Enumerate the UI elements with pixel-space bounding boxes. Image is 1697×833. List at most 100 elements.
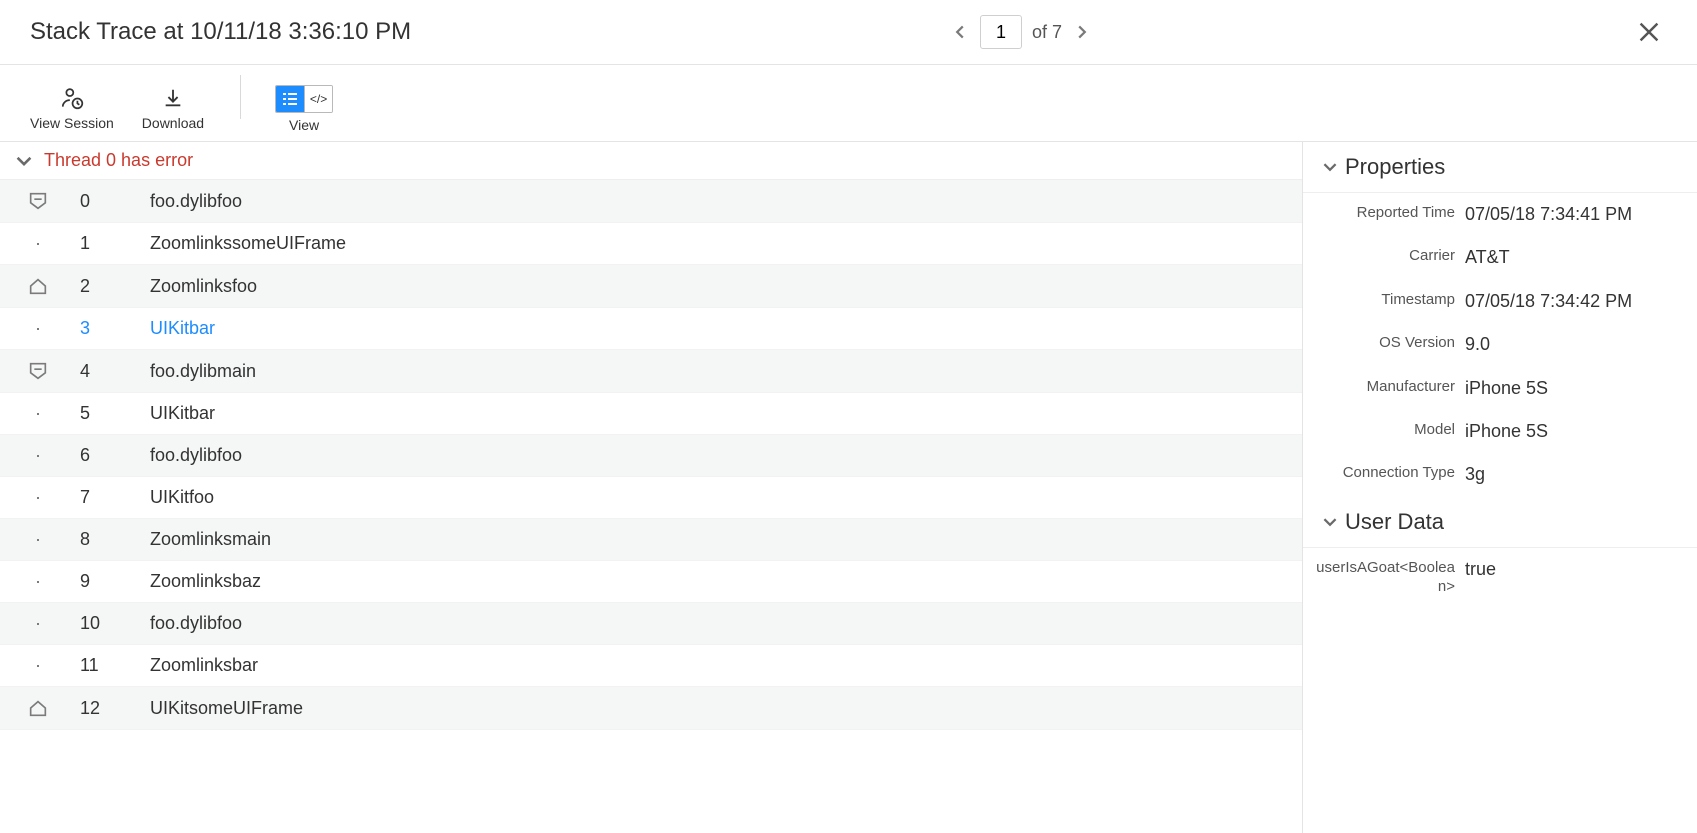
section-header-userdata[interactable]: User Data <box>1303 497 1697 548</box>
stack-frame-row[interactable]: 0foo.dylibfoo <box>0 180 1302 223</box>
frame-name: Zoomlinksmain <box>146 529 1302 550</box>
frame-index: 5 <box>76 403 146 424</box>
view-toggle-code[interactable]: </> <box>304 86 332 112</box>
toolbar-separator <box>240 75 241 119</box>
header: Stack Trace at 10/11/18 3:36:10 PM of 7 <box>0 0 1697 65</box>
userdata-row: userIsAGoat<Boolean>true <box>1303 548 1697 607</box>
property-row: Connection Type3g <box>1303 453 1697 496</box>
frame-index: 3 <box>76 318 146 339</box>
property-row: OS Version9.0 <box>1303 323 1697 366</box>
stack-frame-row[interactable]: 10foo.dylibfoo <box>0 603 1302 645</box>
userdata-value: true <box>1465 558 1677 581</box>
close-button[interactable] <box>1631 14 1667 50</box>
shield-icon <box>0 360 76 382</box>
property-row: CarrierAT&T <box>1303 236 1697 279</box>
property-label: Reported Time <box>1315 203 1465 223</box>
frame-name: foo.dylibfoo <box>146 613 1302 634</box>
frame-index: 0 <box>76 191 146 212</box>
thread-title: Thread 0 has error <box>44 150 193 171</box>
view-session-label: View Session <box>30 115 114 131</box>
frame-index: 11 <box>76 655 146 676</box>
download-button[interactable]: Download <box>140 83 206 133</box>
shield-icon <box>0 190 76 212</box>
frame-index: 7 <box>76 487 146 508</box>
property-value: 9.0 <box>1465 333 1677 356</box>
toolbar: View Session Download </> <box>0 65 1697 142</box>
view-toggle-list[interactable] <box>276 86 304 112</box>
frame-index: 2 <box>76 276 146 297</box>
stack-frame-row[interactable]: 2Zoomlinksfoo <box>0 265 1302 308</box>
stack-frame-list[interactable]: Thread 0 has error 0foo.dylibfoo1Zoomlin… <box>0 142 1303 833</box>
property-row: Timestamp07/05/18 7:34:42 PM <box>1303 280 1697 323</box>
property-label: Carrier <box>1315 246 1465 266</box>
stack-frame-row[interactable]: 1ZoomlinkssomeUIFrame <box>0 223 1302 265</box>
stack-frame-row[interactable]: 9Zoomlinksbaz <box>0 561 1302 603</box>
chevron-down-icon <box>1323 515 1337 529</box>
pager-prev-button[interactable] <box>950 22 970 42</box>
property-label: Connection Type <box>1315 463 1465 483</box>
property-value: 3g <box>1465 463 1677 486</box>
sidebar[interactable]: Properties Reported Time07/05/18 7:34:41… <box>1303 142 1697 833</box>
frame-index: 12 <box>76 698 146 719</box>
stack-frame-row[interactable]: 5UIKitbar <box>0 393 1302 435</box>
house-icon <box>0 275 76 297</box>
stack-frame-row[interactable]: 6foo.dylibfoo <box>0 435 1302 477</box>
download-label: Download <box>142 115 204 131</box>
stack-frame-row[interactable]: 11Zoomlinksbar <box>0 645 1302 687</box>
frame-index: 6 <box>76 445 146 466</box>
property-row: ManufactureriPhone 5S <box>1303 367 1697 410</box>
property-value: iPhone 5S <box>1465 420 1677 443</box>
frame-name: UIKitfoo <box>146 487 1302 508</box>
frame-name: UIKitbar <box>146 403 1302 424</box>
frame-name: Zoomlinksbar <box>146 655 1302 676</box>
page-title: Stack Trace at 10/11/18 3:36:10 PM <box>30 18 411 46</box>
frame-index: 1 <box>76 233 146 254</box>
frame-name: ZoomlinkssomeUIFrame <box>146 233 1302 254</box>
property-value: iPhone 5S <box>1465 377 1677 400</box>
thread-header[interactable]: Thread 0 has error <box>0 142 1302 180</box>
userdata-label: userIsAGoat<Boolean> <box>1315 558 1465 597</box>
frame-name: foo.dylibfoo <box>146 191 1302 212</box>
pager-total-label: of 7 <box>1032 22 1062 43</box>
pager-next-button[interactable] <box>1072 22 1092 42</box>
property-value: 07/05/18 7:34:42 PM <box>1465 290 1677 313</box>
property-label: OS Version <box>1315 333 1465 353</box>
frame-name: UIKitsomeUIFrame <box>146 698 1302 719</box>
frame-name: foo.dylibfoo <box>146 445 1302 466</box>
property-value: 07/05/18 7:34:41 PM <box>1465 203 1677 226</box>
frame-name: UIKitbar <box>146 318 1302 339</box>
stack-frame-row[interactable]: 8Zoomlinksmain <box>0 519 1302 561</box>
stack-frame-row[interactable]: 12UIKitsomeUIFrame <box>0 687 1302 730</box>
frame-index: 4 <box>76 361 146 382</box>
chevron-down-icon[interactable] <box>16 153 32 169</box>
body: Thread 0 has error 0foo.dylibfoo1Zoomlin… <box>0 142 1697 833</box>
property-value: AT&T <box>1465 246 1677 269</box>
property-row: ModeliPhone 5S <box>1303 410 1697 453</box>
frame-index: 10 <box>76 613 146 634</box>
view-toggle: </> <box>275 85 333 113</box>
frame-index: 9 <box>76 571 146 592</box>
house-icon <box>0 697 76 719</box>
properties-title: Properties <box>1345 154 1445 180</box>
userdata-title: User Data <box>1345 509 1444 535</box>
stack-frame-row[interactable]: 7UIKitfoo <box>0 477 1302 519</box>
chevron-down-icon <box>1323 160 1337 174</box>
frame-name: foo.dylibmain <box>146 361 1302 382</box>
view-session-button[interactable]: View Session <box>28 83 116 133</box>
section-header-properties[interactable]: Properties <box>1303 142 1697 193</box>
user-clock-icon <box>59 85 85 111</box>
pager-current-input[interactable] <box>980 15 1022 49</box>
frame-name: Zoomlinksbaz <box>146 571 1302 592</box>
download-icon <box>162 85 184 111</box>
view-toggle-label: View <box>289 117 319 133</box>
property-label: Manufacturer <box>1315 377 1465 397</box>
app-root: Stack Trace at 10/11/18 3:36:10 PM of 7 <box>0 0 1697 833</box>
pager: of 7 <box>950 15 1092 49</box>
property-row: Reported Time07/05/18 7:34:41 PM <box>1303 193 1697 236</box>
property-label: Model <box>1315 420 1465 440</box>
view-toggle-group: </> View <box>275 85 333 133</box>
frame-index: 8 <box>76 529 146 550</box>
stack-frame-row[interactable]: 3UIKitbar <box>0 308 1302 350</box>
stack-frame-row[interactable]: 4foo.dylibmain <box>0 350 1302 393</box>
frame-name: Zoomlinksfoo <box>146 276 1302 297</box>
